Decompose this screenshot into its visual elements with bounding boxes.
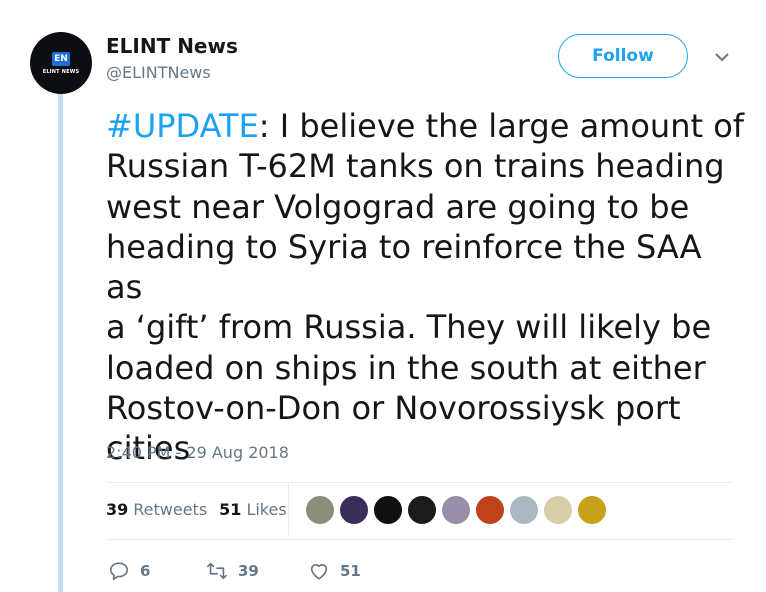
likes-count: 51	[219, 500, 242, 519]
liker-avatar[interactable]	[305, 495, 335, 525]
likes-stat[interactable]: 51 Likes	[219, 500, 287, 519]
chevron-down-icon[interactable]	[711, 49, 733, 65]
liker-avatar[interactable]	[441, 495, 471, 525]
like-button[interactable]: 51	[308, 560, 361, 582]
author-display-name[interactable]: ELINT News	[106, 34, 238, 58]
likes-label: Likes	[246, 500, 287, 519]
engagement-stats: 39 Retweets 51 Likes	[106, 500, 287, 519]
follow-button[interactable]: Follow	[558, 34, 688, 78]
retweet-count: 39	[238, 562, 259, 580]
liker-avatars	[305, 495, 607, 525]
tweet-text: #UPDATE: I believe the large amount of R…	[106, 106, 746, 469]
liker-avatar[interactable]	[407, 495, 437, 525]
divider-bottom	[106, 539, 733, 540]
avatar-logo-badge: EN	[52, 51, 70, 66]
avatar-logo-caption: ELINT NEWS	[42, 68, 80, 75]
liker-avatar[interactable]	[543, 495, 573, 525]
author-handle[interactable]: @ELINTNews	[106, 63, 211, 82]
retweets-label: Retweets	[133, 500, 208, 519]
retweet-button[interactable]: 39	[206, 560, 308, 582]
liker-avatar[interactable]	[339, 495, 369, 525]
reply-button[interactable]: 6	[108, 560, 206, 582]
retweets-stat[interactable]: 39 Retweets	[106, 500, 207, 519]
liker-avatar[interactable]	[475, 495, 505, 525]
like-count: 51	[340, 562, 361, 580]
tweet-timestamp[interactable]: 2:40 PM - 29 Aug 2018	[106, 443, 289, 462]
liker-avatar[interactable]	[373, 495, 403, 525]
reply-count: 6	[140, 562, 151, 580]
tweet-body: : I believe the large amount of Russian …	[106, 107, 745, 468]
liker-avatar[interactable]	[509, 495, 539, 525]
liker-avatar[interactable]	[577, 495, 607, 525]
retweets-count: 39	[106, 500, 129, 519]
retweet-icon	[207, 562, 227, 580]
heart-icon	[310, 564, 328, 580]
avatar[interactable]: EN ELINT NEWS	[30, 32, 92, 94]
divider-top	[106, 482, 733, 483]
reply-icon	[109, 562, 129, 581]
action-bar: 6 39 51	[108, 560, 361, 582]
quote-bar	[58, 90, 63, 592]
stats-separator	[288, 483, 289, 535]
hashtag-link[interactable]: #UPDATE	[106, 107, 259, 145]
